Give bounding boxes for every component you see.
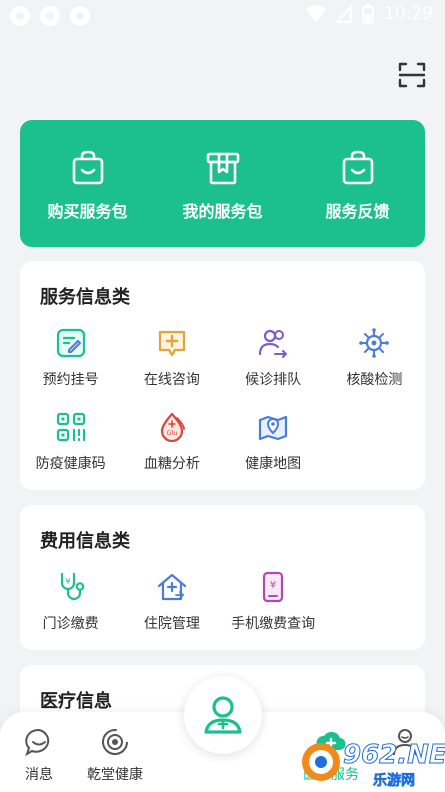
outpatient-payment-button[interactable]: ¥ 门诊缴费 xyxy=(20,567,121,641)
nucleic-test-button[interactable]: 核酸检测 xyxy=(324,323,425,397)
appointment-icon xyxy=(56,328,85,358)
wifi-icon xyxy=(306,5,326,22)
grid-label: 候诊排队 xyxy=(245,372,302,388)
grid-label: 门诊缴费 xyxy=(42,616,99,632)
virus-icon xyxy=(359,328,390,358)
signal-icon xyxy=(336,5,352,23)
qr-code-icon xyxy=(56,412,85,442)
notification-icons xyxy=(10,6,90,26)
fee-info-card: 费用信息类 ¥ 门诊缴费 住院管理 ¥ 手机缴费查询 xyxy=(20,505,425,650)
service-package-banner: 购买服务包 我的服务包 服务反馈 xyxy=(20,120,425,247)
inpatient-management-button[interactable]: 住院管理 xyxy=(121,567,222,641)
svg-text:¥: ¥ xyxy=(65,577,70,586)
shopping-bag-icon xyxy=(72,150,103,185)
buy-service-package-button[interactable]: 购买服务包 xyxy=(20,120,155,247)
grid-label: 健康地图 xyxy=(245,456,302,472)
tab-health[interactable]: 乾堂健康 xyxy=(70,712,160,792)
svg-text:Glu: Glu xyxy=(166,429,177,437)
svg-text:¥: ¥ xyxy=(270,580,276,591)
grid-label: 血糖分析 xyxy=(143,456,200,472)
chat-icon xyxy=(25,728,50,757)
health-code-button[interactable]: 防疫健康码 xyxy=(20,407,121,481)
status-time: 10:29 xyxy=(384,4,433,24)
blood-sugar-button[interactable]: Glu 血糖分析 xyxy=(121,407,222,481)
status-bar: 10:29 xyxy=(0,0,445,32)
appointment-button[interactable]: 预约挂号 xyxy=(20,323,121,397)
section-title: 费用信息类 xyxy=(40,531,130,552)
watermark-badge-icon xyxy=(302,743,340,781)
doctor-center-button[interactable] xyxy=(184,676,262,754)
gift-box-icon xyxy=(206,152,239,185)
grid-label: 在线咨询 xyxy=(143,372,200,388)
service-info-card: 服务信息类 预约挂号 在线咨询 候诊排队 核酸检测 防疫健康码 Glu 血糖分析… xyxy=(20,261,425,490)
queue-button[interactable]: 候诊排队 xyxy=(223,323,324,397)
grid-label: 防疫健康码 xyxy=(35,456,106,472)
tab-label: 乾堂健康 xyxy=(87,767,143,783)
grid-label: 核酸检测 xyxy=(346,372,403,388)
battery-icon xyxy=(362,4,374,24)
banner-label: 服务反馈 xyxy=(325,202,390,221)
doctor-icon xyxy=(204,696,242,734)
notification-icon xyxy=(10,6,30,26)
scan-icon[interactable] xyxy=(397,60,427,90)
tab-label: 消息 xyxy=(25,767,53,783)
queue-icon xyxy=(259,329,288,358)
service-feedback-button[interactable]: 服务反馈 xyxy=(290,120,425,247)
section-title: 医疗信息 xyxy=(40,691,112,712)
watermark-brand: 962.NET xyxy=(342,740,445,771)
consult-icon xyxy=(158,330,185,357)
watermark-sub: 乐游网 xyxy=(373,773,416,790)
grid-label: 手机缴费查询 xyxy=(231,616,316,632)
my-service-package-button[interactable]: 我的服务包 xyxy=(155,120,290,247)
mobile-payment-query-button[interactable]: ¥ 手机缴费查询 xyxy=(223,567,324,641)
online-consult-button[interactable]: 在线咨询 xyxy=(121,323,222,397)
map-icon xyxy=(259,415,288,441)
hospital-icon xyxy=(157,573,186,601)
health-map-button[interactable]: 健康地图 xyxy=(223,407,324,481)
grid-label: 预约挂号 xyxy=(42,372,99,388)
phone-pay-icon: ¥ xyxy=(263,571,284,603)
stethoscope-icon: ¥ xyxy=(60,572,84,601)
watermark-logo: 962.NET 乐游网 xyxy=(299,738,445,790)
section-title: 服务信息类 xyxy=(40,287,130,308)
eye-icon xyxy=(102,729,128,755)
grid-label: 住院管理 xyxy=(143,616,200,632)
notification-icon xyxy=(40,6,60,26)
banner-label: 我的服务包 xyxy=(182,202,263,221)
feedback-bag-icon xyxy=(342,150,373,185)
banner-label: 购买服务包 xyxy=(47,202,128,221)
blood-drop-icon: Glu xyxy=(160,412,185,443)
notification-icon xyxy=(70,6,90,26)
